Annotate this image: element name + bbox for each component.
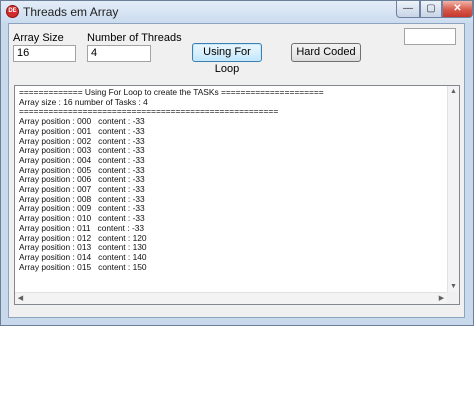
scroll-up-arrow-icon[interactable]: ▲ [448, 86, 459, 97]
number-of-threads-label: Number of Threads [87, 32, 182, 44]
hard-coded-button[interactable]: Hard Coded [291, 43, 361, 62]
array-size-input[interactable]: 16 [13, 45, 76, 62]
app-window: DE Threads em Array — ▢ ✕ Array Size 16 … [0, 0, 474, 326]
scrollbar-corner [447, 292, 459, 304]
close-button[interactable]: ✕ [442, 1, 473, 18]
minimize-button[interactable]: — [396, 1, 420, 18]
scroll-down-arrow-icon[interactable]: ▼ [448, 281, 459, 292]
title-bar[interactable]: DE Threads em Array — ▢ ✕ [1, 1, 473, 23]
window-title: Threads em Array [23, 5, 119, 19]
extra-input[interactable] [404, 28, 456, 45]
scroll-right-arrow-icon[interactable]: ▶ [436, 293, 447, 304]
vertical-scrollbar[interactable]: ▲ ▼ [447, 86, 459, 292]
client-area: Array Size 16 Number of Threads 4 Using … [8, 23, 465, 318]
scroll-left-arrow-icon[interactable]: ◀ [15, 293, 26, 304]
number-of-threads-input[interactable]: 4 [87, 45, 151, 62]
log-line: Array position : 015 content : 150 [19, 261, 147, 272]
horizontal-scrollbar[interactable]: ◀ ▶ [15, 292, 447, 304]
app-icon[interactable]: DE [6, 5, 19, 18]
array-size-label: Array Size [13, 32, 64, 44]
using-for-loop-button[interactable]: Using For Loop [192, 43, 262, 75]
output-log: ============= Using For Loop to create t… [19, 87, 324, 272]
maximize-button[interactable]: ▢ [420, 1, 442, 18]
app-icon-text: DE [8, 8, 17, 14]
output-memo[interactable]: ============= Using For Loop to create t… [14, 85, 460, 305]
